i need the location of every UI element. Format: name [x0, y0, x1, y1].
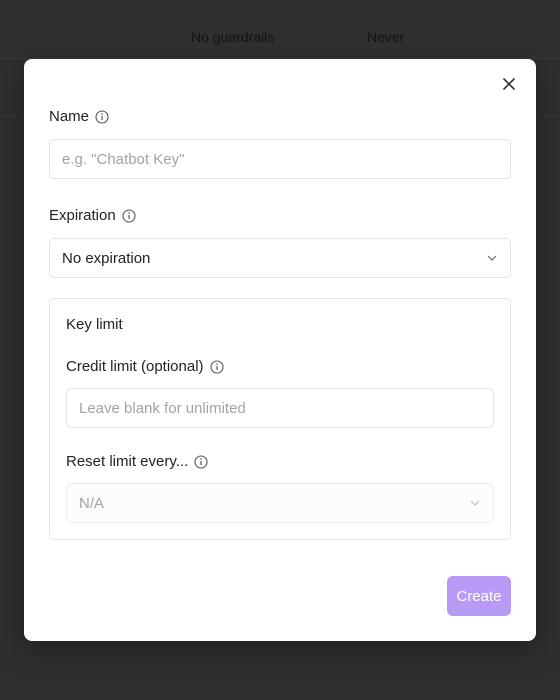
name-input[interactable] — [49, 139, 511, 179]
expiration-label: Expiration — [49, 207, 116, 224]
info-icon[interactable] — [209, 359, 224, 374]
credit-limit-label-row: Credit limit (optional) — [66, 358, 224, 375]
key-limit-section: Key limit Credit limit (optional) Reset … — [49, 298, 511, 540]
create-button[interactable]: Create — [447, 576, 511, 616]
close-button[interactable] — [498, 73, 520, 95]
reset-limit-label-row: Reset limit every... — [66, 453, 208, 470]
reset-limit-label: Reset limit every... — [66, 453, 189, 470]
name-label: Name — [49, 108, 90, 125]
name-label-row: Name — [49, 108, 109, 125]
guardrails-cell: No guardrails — [191, 29, 275, 45]
create-key-modal: Name Expiration No expiration Key limit — [24, 59, 536, 641]
expiration-cell: Never — [367, 29, 405, 45]
expiration-label-row: Expiration — [49, 207, 136, 224]
reset-limit-selected-value: N/A — [79, 494, 105, 512]
chevron-down-icon — [470, 500, 480, 506]
background-table-row: No guardrails Never — [0, 0, 560, 59]
credit-limit-input[interactable] — [66, 388, 494, 428]
close-icon — [503, 78, 515, 90]
credit-limit-label: Credit limit (optional) — [66, 358, 204, 375]
info-icon[interactable] — [194, 454, 208, 469]
reset-limit-select[interactable]: N/A — [66, 483, 494, 523]
info-icon[interactable] — [95, 109, 109, 124]
key-limit-title: Key limit — [66, 316, 123, 333]
expiration-selected-value: No expiration — [62, 249, 151, 267]
info-icon[interactable] — [122, 208, 136, 223]
expiration-select[interactable]: No expiration — [49, 238, 511, 278]
chevron-down-icon — [487, 255, 497, 261]
